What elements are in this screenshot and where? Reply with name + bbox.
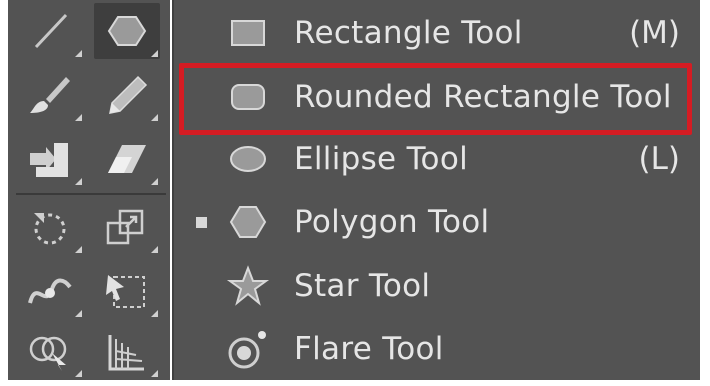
polygon-tool[interactable] <box>94 3 160 59</box>
line-segment-tool[interactable] <box>18 3 84 59</box>
flyout-indicator <box>151 370 158 377</box>
flyout-indicator <box>151 50 158 57</box>
tool-row <box>8 196 170 260</box>
eraser-icon <box>108 145 146 173</box>
menu-item-polygon-tool[interactable]: Polygon Tool <box>174 191 702 253</box>
tools-panel <box>8 0 170 380</box>
free-transform-tool[interactable] <box>94 263 160 319</box>
perspective-grid-tool[interactable] <box>94 323 160 379</box>
window-edge <box>700 0 710 386</box>
rectangle-icon <box>231 20 265 46</box>
menu-item-star-tool[interactable]: Star Tool <box>174 255 702 317</box>
menu-item-label: Polygon Tool <box>294 204 490 240</box>
paintbrush-icon <box>30 77 70 113</box>
flare-icon <box>228 331 266 369</box>
menu-item-flare-tool[interactable]: Flare Tool <box>174 318 702 380</box>
scale-icon <box>106 209 144 245</box>
flyout-indicator <box>75 50 82 57</box>
polygon-icon <box>229 206 267 238</box>
menu-item-rectangle-tool[interactable]: Rectangle Tool (M) <box>174 2 702 64</box>
ellipse-icon <box>230 146 266 172</box>
flyout-indicator <box>151 246 158 253</box>
polygon-icon <box>107 16 147 46</box>
flyout-indicator <box>75 370 82 377</box>
tool-row <box>8 64 170 128</box>
star-icon <box>226 265 270 306</box>
width-icon <box>28 278 72 304</box>
paintbrush-tool[interactable] <box>18 67 84 123</box>
flyout-indicator <box>75 310 82 317</box>
shaper-tool[interactable] <box>18 131 84 187</box>
rotate-tool[interactable] <box>18 199 84 255</box>
menu-item-ellipse-tool[interactable]: Ellipse Tool (L) <box>174 128 702 190</box>
toolbar-divider <box>16 193 166 195</box>
shape-builder-icon <box>29 336 67 371</box>
flyout-indicator <box>75 178 82 185</box>
menu-item-label: Star Tool <box>294 268 431 304</box>
tool-row <box>8 320 170 384</box>
perspective-grid-icon <box>108 335 144 371</box>
menu-item-label: Rectangle Tool <box>294 15 523 51</box>
active-tool-indicator <box>196 217 207 228</box>
eraser-tool[interactable] <box>94 131 160 187</box>
flyout-indicator <box>151 114 158 121</box>
flyout-indicator <box>151 178 158 185</box>
rotate-icon <box>34 213 66 245</box>
tool-row <box>8 128 170 192</box>
scale-tool[interactable] <box>94 199 160 255</box>
pencil-icon <box>109 75 148 114</box>
flyout-indicator <box>75 246 82 253</box>
flyout-indicator <box>75 114 82 121</box>
shaper-icon <box>30 143 68 177</box>
tool-row <box>8 260 170 324</box>
shape-tools-flyout-menu: Rectangle Tool (M) Rounded Rectangle Too… <box>172 0 702 380</box>
menu-item-label: Ellipse Tool <box>294 141 468 177</box>
highlight-annotation-box <box>179 63 692 135</box>
shape-builder-tool[interactable] <box>18 323 84 379</box>
line-segment-icon <box>34 13 68 49</box>
menu-item-shortcut: (M) <box>629 15 680 51</box>
menu-item-shortcut: (L) <box>638 141 680 177</box>
menu-item-label: Flare Tool <box>294 331 444 367</box>
flyout-indicator <box>151 310 158 317</box>
pencil-tool[interactable] <box>94 67 160 123</box>
width-tool[interactable] <box>18 263 84 319</box>
tool-row <box>8 0 170 64</box>
free-transform-icon <box>106 275 145 308</box>
